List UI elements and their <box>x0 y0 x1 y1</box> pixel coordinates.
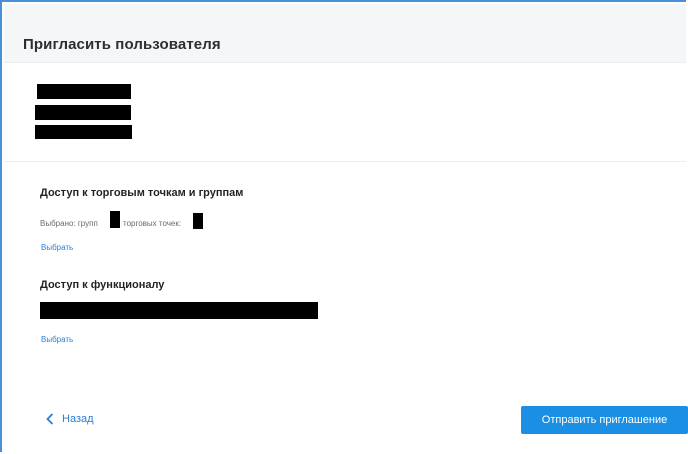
redacted-user-name <box>37 84 131 99</box>
points-access-title: Доступ к торговым точкам и группам <box>40 187 244 199</box>
select-functions-link[interactable]: Выбрать <box>41 335 73 344</box>
section-divider <box>4 161 686 162</box>
back-button[interactable]: Назад <box>46 413 94 425</box>
send-invitation-button[interactable]: Отправить приглашение <box>521 406 688 434</box>
functions-access-title: Доступ к функционалу <box>40 279 165 291</box>
dialog-header: Пригласить пользователя <box>4 4 686 63</box>
redacted-functions-list <box>40 302 318 319</box>
redacted-user-email <box>35 105 131 120</box>
dialog-title: Пригласить пользователя <box>23 36 221 53</box>
redacted-points-count <box>193 213 203 229</box>
selected-groups-label: Выбрано: групп <box>40 219 98 228</box>
chevron-left-icon <box>46 413 54 425</box>
back-button-label: Назад <box>62 413 94 425</box>
select-points-link[interactable]: Выбрать <box>41 243 73 252</box>
redacted-user-role <box>35 125 132 139</box>
selected-points-label: торговых точек: <box>123 219 182 228</box>
redacted-groups-count <box>110 211 120 228</box>
invite-dialog: Пригласить пользователя Доступ к торговы… <box>0 0 688 452</box>
